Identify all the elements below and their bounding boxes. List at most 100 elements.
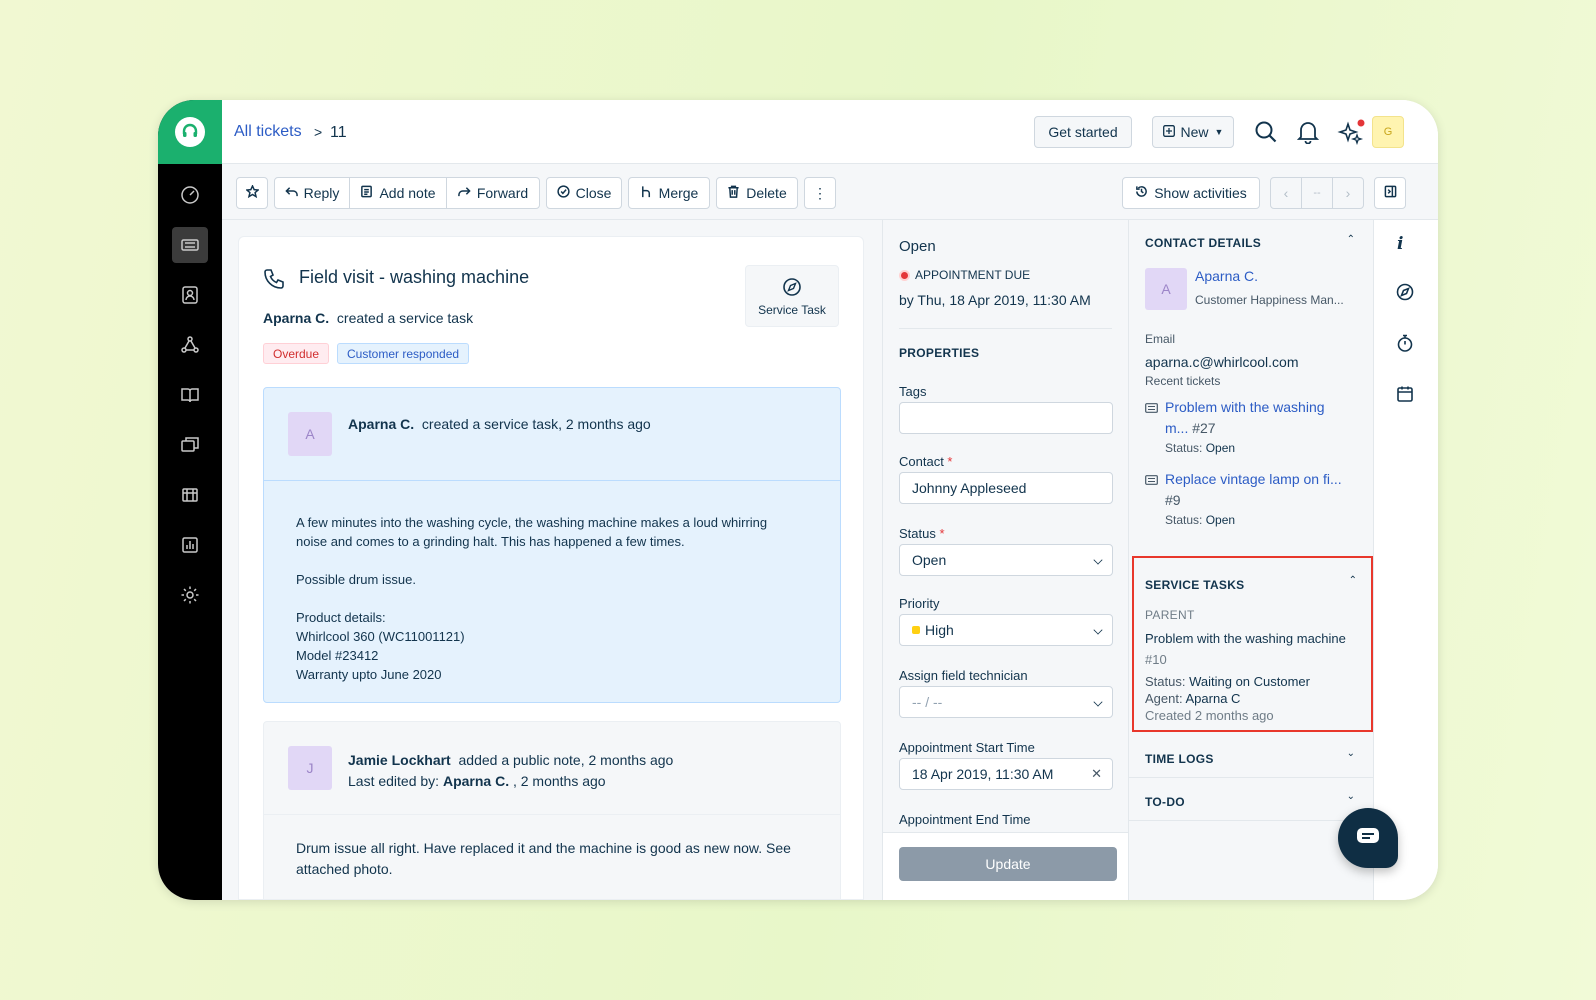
contact-panel: CONTACT DETAILS ⌃ A Aparna C. Customer H… bbox=[1128, 220, 1373, 900]
headset-icon bbox=[175, 117, 205, 147]
chevron-right-icon: › bbox=[1345, 185, 1351, 201]
kebab-icon: ⋮ bbox=[813, 185, 827, 201]
history-icon bbox=[1135, 185, 1148, 201]
avatar: J bbox=[288, 746, 332, 790]
ticket-card: Field visit - washing machine Aparna C. … bbox=[238, 236, 864, 900]
delete-button[interactable]: Delete bbox=[716, 177, 798, 209]
recent-tickets-label: Recent tickets bbox=[1145, 374, 1221, 388]
message-note: J Jamie Lockhart added a public note, 2 … bbox=[263, 721, 841, 899]
sparkle-icon[interactable] bbox=[1336, 118, 1366, 146]
ticket-creator[interactable]: Aparna C. bbox=[263, 310, 329, 326]
parent-created: Created 2 months ago bbox=[1145, 708, 1274, 723]
update-button[interactable]: Update bbox=[899, 847, 1117, 881]
time-logs-title[interactable]: TIME LOGS bbox=[1145, 752, 1214, 766]
nav-reports-icon[interactable] bbox=[172, 527, 208, 563]
nav-forums-icon[interactable] bbox=[172, 427, 208, 463]
info-icon[interactable]: i bbox=[1397, 234, 1403, 254]
contact-email[interactable]: aparna.c@whirlcool.com bbox=[1145, 354, 1299, 370]
merge-button[interactable]: Merge bbox=[628, 177, 710, 209]
nav-tickets-icon[interactable] bbox=[172, 227, 208, 263]
tags-input[interactable] bbox=[899, 402, 1113, 434]
chevron-up-icon[interactable]: ⌃ bbox=[1347, 234, 1355, 245]
end-time-label: Appointment End Time bbox=[899, 812, 1031, 827]
new-button[interactable]: New ▼ bbox=[1152, 116, 1234, 148]
contact-input[interactable]: Johnny Appleseed bbox=[899, 472, 1113, 504]
chevron-down-icon[interactable]: ⌄ bbox=[1347, 748, 1355, 759]
chevron-up-icon[interactable]: ⌃ bbox=[1349, 575, 1357, 586]
body-line: Product details: bbox=[296, 610, 386, 625]
parent-status: Status: Waiting on Customer bbox=[1145, 674, 1310, 689]
previous-ticket-button[interactable]: ‹ bbox=[1270, 177, 1302, 209]
nav-assets-icon[interactable] bbox=[172, 477, 208, 513]
ticket-icon bbox=[1145, 400, 1158, 418]
technician-value: -- / -- bbox=[912, 694, 943, 710]
appointment-due-value: by Thu, 18 Apr 2019, 11:30 AM bbox=[899, 292, 1091, 308]
contact-role: Customer Happiness Man... bbox=[1195, 293, 1344, 307]
forward-label: Forward bbox=[476, 185, 529, 201]
forward-button[interactable]: Forward bbox=[446, 177, 540, 209]
nav-contacts-icon[interactable] bbox=[172, 277, 208, 313]
calendar-icon[interactable] bbox=[1396, 385, 1414, 408]
app-logo[interactable] bbox=[158, 100, 222, 164]
chevron-down-icon bbox=[1093, 625, 1103, 635]
properties-panel: Open APPOINTMENT DUE by Thu, 18 Apr 2019… bbox=[882, 220, 1128, 900]
recent-ticket-1[interactable]: Problem with the washing m... #27 Status… bbox=[1165, 397, 1325, 457]
ticket-icon bbox=[1145, 472, 1158, 490]
contact-name[interactable]: Aparna C. bbox=[1195, 268, 1258, 284]
message-header: Jamie Lockhart added a public note, 2 mo… bbox=[348, 750, 673, 792]
start-time-input[interactable]: 18 Apr 2019, 11:30 AM ✕ bbox=[899, 758, 1113, 790]
nav-dashboard-icon[interactable] bbox=[172, 177, 208, 213]
message-author[interactable]: Aparna C. bbox=[348, 416, 414, 432]
body-line: attached photo. bbox=[296, 861, 393, 877]
message-original: A Aparna C. created a service task, 2 mo… bbox=[263, 387, 841, 703]
nav-settings-icon[interactable] bbox=[172, 577, 208, 613]
priority-select[interactable]: High bbox=[899, 614, 1113, 646]
customer-responded-tag: Customer responded bbox=[337, 343, 470, 364]
parent-ticket-title[interactable]: Problem with the washing machine bbox=[1145, 631, 1346, 646]
breadcrumb-all-tickets[interactable]: All tickets bbox=[234, 123, 302, 141]
top-bar: All tickets > 11 Get started New ▼ G bbox=[222, 100, 1438, 164]
chat-widget-button[interactable] bbox=[1338, 808, 1398, 868]
toggle-panel-button[interactable] bbox=[1374, 177, 1406, 209]
add-note-label: Add note bbox=[379, 185, 436, 201]
chevron-down-icon[interactable]: ⌄ bbox=[1347, 791, 1355, 802]
next-ticket-button[interactable]: › bbox=[1332, 177, 1364, 209]
nav-groups-icon[interactable] bbox=[172, 327, 208, 363]
app-window: All tickets > 11 Get started New ▼ G Rep… bbox=[158, 100, 1438, 900]
technician-label: Assign field technician bbox=[899, 668, 1028, 683]
add-note-button[interactable]: Add note bbox=[349, 177, 447, 209]
user-avatar[interactable]: G bbox=[1372, 116, 1404, 148]
tags-label: Tags bbox=[899, 384, 927, 399]
right-rail: i bbox=[1373, 220, 1438, 900]
body-line: Possible drum issue. bbox=[296, 572, 416, 587]
chevron-left-icon: ‹ bbox=[1283, 185, 1289, 201]
close-button[interactable]: Close bbox=[546, 177, 622, 209]
chat-icon bbox=[1356, 826, 1380, 851]
priority-value: High bbox=[925, 622, 954, 638]
message-author[interactable]: Jamie Lockhart bbox=[348, 752, 451, 768]
recent-ticket-1-title[interactable]: Problem with the washing bbox=[1165, 397, 1325, 418]
message-body: A few minutes into the washing cycle, th… bbox=[296, 513, 767, 684]
star-button[interactable] bbox=[236, 177, 268, 209]
more-options-button[interactable]: ⋮ bbox=[804, 177, 836, 209]
reply-button[interactable]: Reply bbox=[274, 177, 350, 209]
get-started-button[interactable]: Get started bbox=[1034, 116, 1132, 148]
timer-icon[interactable] bbox=[1396, 334, 1414, 357]
recent-ticket-2-number: #9 bbox=[1165, 492, 1181, 508]
status-select[interactable]: Open bbox=[899, 544, 1113, 576]
todo-title[interactable]: TO-DO bbox=[1145, 795, 1185, 809]
recent-ticket-2-title[interactable]: Replace vintage lamp on fi... bbox=[1165, 469, 1342, 490]
body-line: Model #23412 bbox=[296, 648, 379, 663]
technician-select[interactable]: -- / -- bbox=[899, 686, 1113, 718]
show-activities-button[interactable]: Show activities bbox=[1122, 177, 1260, 209]
bell-icon[interactable] bbox=[1294, 118, 1322, 146]
edited-by[interactable]: Aparna C. bbox=[443, 773, 509, 789]
recent-ticket-1-title-cont[interactable]: m... bbox=[1165, 420, 1188, 436]
phone-icon bbox=[263, 268, 285, 295]
search-icon[interactable] bbox=[1252, 118, 1280, 146]
clear-icon[interactable]: ✕ bbox=[1091, 766, 1102, 782]
sidebar bbox=[158, 100, 222, 900]
nav-knowledge-base-icon[interactable] bbox=[172, 377, 208, 413]
recent-ticket-2[interactable]: Replace vintage lamp on fi... #9 Status:… bbox=[1165, 469, 1342, 529]
compass-icon[interactable] bbox=[1396, 283, 1414, 306]
